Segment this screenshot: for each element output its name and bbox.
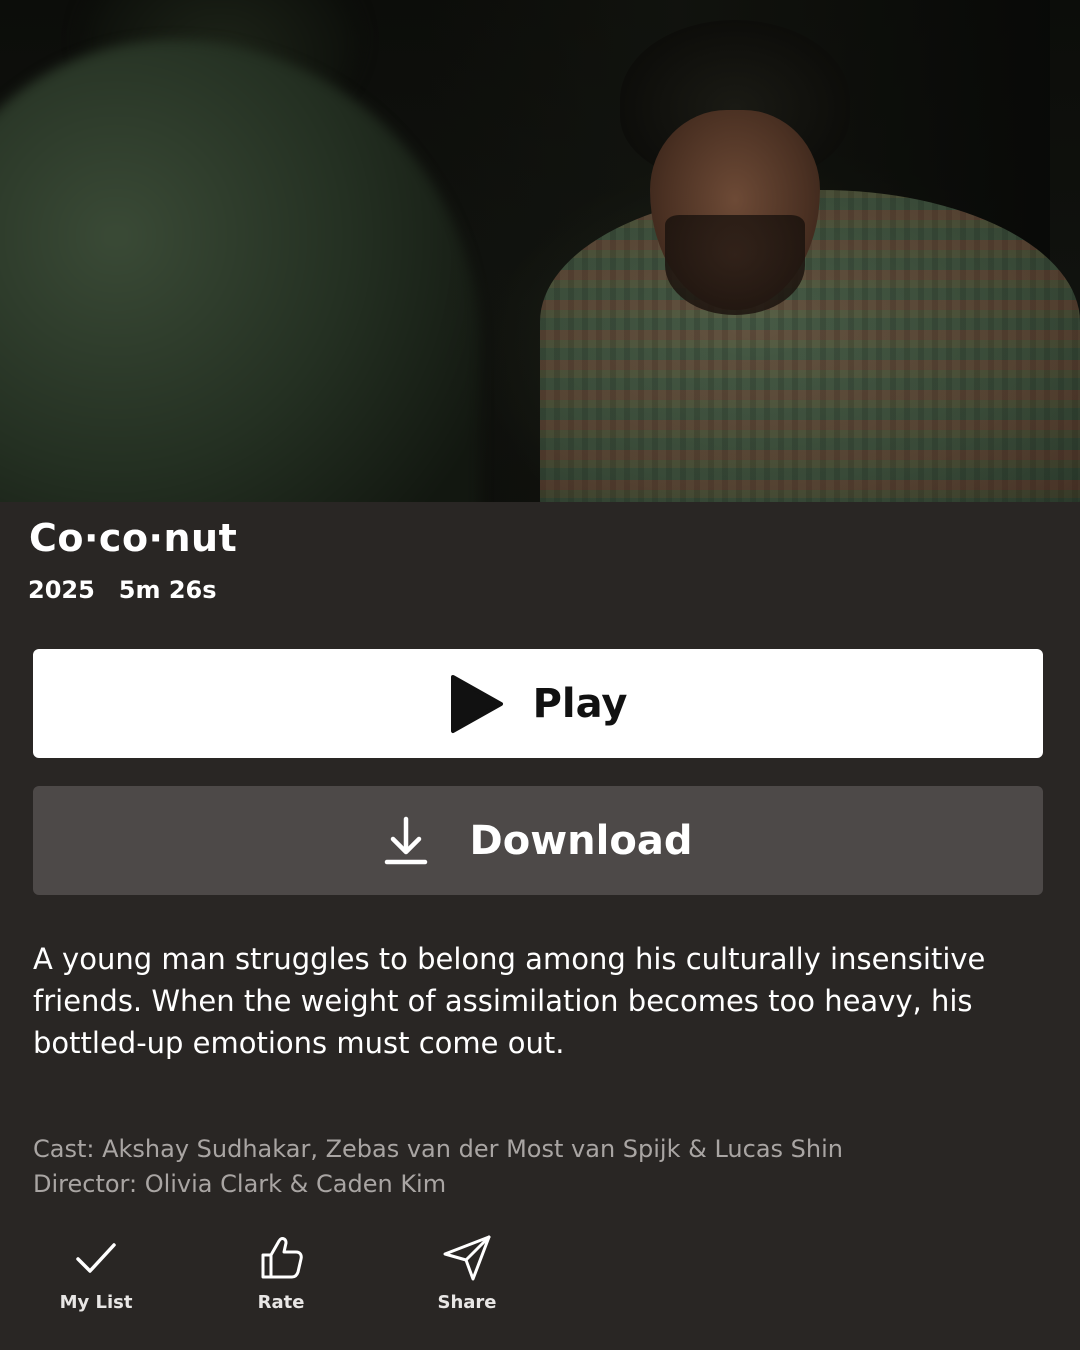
release-year: 2025 — [28, 576, 95, 604]
share-button[interactable]: Share — [402, 1232, 532, 1313]
my-list-button[interactable]: My List — [31, 1232, 161, 1313]
share-label: Share — [437, 1292, 497, 1313]
rate-label: Rate — [257, 1292, 305, 1313]
runtime: 5m 26s — [118, 576, 217, 604]
thumbs-up-icon — [261, 1237, 303, 1279]
movie-meta: 2025 5m 26s — [28, 576, 217, 604]
hero-still-image — [0, 0, 1080, 502]
send-icon — [443, 1235, 491, 1281]
title-detail-screen: Co·co·nut 2025 5m 26s Play Download A yo… — [0, 0, 1080, 1350]
play-button[interactable]: Play — [33, 649, 1043, 758]
play-button-label: Play — [532, 680, 628, 727]
director-line: Director: Olivia Clark & Caden Kim — [33, 1170, 447, 1198]
play-icon — [450, 674, 503, 733]
movie-title: Co·co·nut — [29, 516, 238, 560]
download-button-label: Download — [469, 817, 693, 864]
download-icon — [384, 816, 427, 864]
download-button[interactable]: Download — [33, 786, 1043, 895]
cast-line: Cast: Akshay Sudhakar, Zebas van der Mos… — [33, 1135, 843, 1163]
check-icon — [76, 1243, 116, 1273]
rate-button[interactable]: Rate — [216, 1232, 346, 1313]
my-list-label: My List — [59, 1292, 133, 1313]
credits: Cast: Akshay Sudhakar, Zebas van der Mos… — [33, 1132, 1043, 1202]
synopsis: A young man struggles to belong among hi… — [33, 942, 986, 1060]
